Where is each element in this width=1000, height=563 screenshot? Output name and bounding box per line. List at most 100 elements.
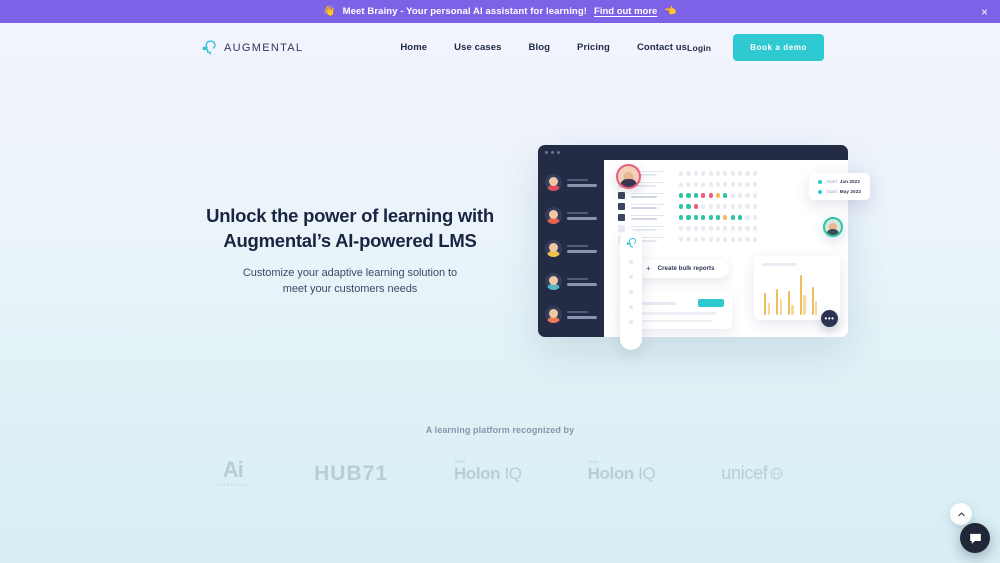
nav-link-blog[interactable]: Blog [529,42,551,53]
progress-dot-icon [686,226,691,231]
find-out-more-link[interactable]: Find out more [594,6,657,17]
legend-tooltip: Start: Jan 2022 Start: May 2022 [808,173,870,200]
progress-dot-icon [693,193,698,198]
progress-dot-icon [686,204,691,209]
hero-title-line-2: Augmental’s AI-powered LMS [223,229,477,251]
rail-dot-icon[interactable] [629,260,633,264]
placeholder-line [631,225,665,228]
placeholder-line [631,214,665,217]
progress-dot-icon [686,215,691,220]
progress-dot-icon [693,226,698,231]
progress-dots [679,171,757,176]
nav-link-use-cases[interactable]: Use cases [454,42,501,53]
progress-dot-icon [679,193,684,198]
placeholder-line [632,312,717,315]
placeholder-line [567,315,597,319]
nav-links: Home Use cases Blog Pricing Contact us [400,42,687,53]
avatar [545,240,562,257]
progress-dots [679,226,757,231]
progress-dot-icon [701,171,706,176]
progress-dot-icon [738,182,743,187]
placeholder-line [631,207,658,210]
window-dot-icon [551,151,554,154]
progress-dot-icon [752,226,757,231]
progress-dot-icon [679,215,684,220]
progress-dot-icon [738,237,743,242]
bar [815,301,818,315]
holon-year-label: 2021 [455,458,466,464]
book-a-demo-button[interactable]: Book a demo [733,34,825,61]
users-icon [618,192,625,199]
table-row [618,170,839,177]
unicef-logo-text: unicef [721,464,782,482]
rail-dot-icon[interactable] [629,290,633,294]
bar [767,303,770,315]
list-item[interactable] [545,306,597,323]
more-options-button[interactable]: ••• [821,310,838,327]
brand-logo[interactable]: AUGMENTAL [200,39,303,56]
bar [803,295,806,315]
chat-widget-button[interactable] [960,523,990,553]
bar-chart [762,273,832,315]
nav-link-contact-us[interactable]: Contact us [637,42,687,53]
progress-dot-icon [723,204,728,209]
progress-dot-icon [679,237,684,242]
login-link[interactable]: Login [687,43,711,53]
progress-dots [679,182,757,187]
announcement-banner: 👋 Meet Brainy - Your personal AI assista… [0,0,1000,23]
progress-dot-icon [730,237,735,242]
progress-dot-icon [701,182,706,187]
bar [787,291,790,315]
progress-dot-icon [723,171,728,176]
progress-dot-icon [693,182,698,187]
person-icon [618,214,625,221]
rail-dot-icon[interactable] [629,320,633,324]
table-row [618,203,839,210]
progress-dot-icon [752,182,757,187]
progress-dot-icon [715,226,721,231]
list-item[interactable] [545,174,597,191]
list-item-text [567,277,597,286]
progress-dot-icon [715,193,721,198]
brand-name: AUGMENTAL [224,41,304,54]
create-bulk-reports-label: Create bulk reports [657,266,715,272]
list-item[interactable] [545,207,597,224]
progress-dot-icon [679,171,684,176]
row-label-placeholder [631,203,673,210]
progress-dots [679,237,757,242]
close-icon[interactable]: × [981,6,988,18]
placeholder-line [632,319,713,322]
list-item-text [567,244,597,253]
progress-dot-icon [701,193,706,198]
list-item[interactable] [545,240,597,257]
progress-dot-icon [730,171,735,176]
rail-dot-icon[interactable] [629,275,633,279]
legend-label: Start: May 2022 [826,189,861,194]
nav-link-pricing[interactable]: Pricing [577,42,610,53]
hero-title-line-1: Unlock the power of learning with [206,204,494,226]
progress-dot-icon [701,226,706,231]
progress-dot-icon [701,215,706,220]
progress-dot-icon [686,193,691,198]
progress-dot-icon [745,204,750,209]
list-item-text [567,211,597,220]
bar [811,287,814,315]
avatar [545,306,562,323]
progress-dot-icon [723,226,728,231]
main-navbar: AUGMENTAL Home Use cases Blog Pricing Co… [0,23,1000,72]
scroll-to-top-button[interactable] [950,503,972,525]
progress-dot-icon [708,204,713,209]
progress-dot-icon [723,182,728,187]
progress-dot-icon [745,193,750,198]
page-title: Unlock the power of learning with Augmen… [200,204,500,253]
list-item[interactable] [545,273,597,290]
create-bulk-reports-button[interactable]: + Create bulk reports [632,260,729,278]
holon-logo-text: Holon IQ [587,463,656,483]
bar [775,289,779,315]
progress-dot-icon [730,182,735,187]
nav-link-home[interactable]: Home [400,42,427,53]
progress-dot-icon [708,215,713,220]
rail-dot-icon[interactable] [629,305,633,309]
chat-bubble-icon [969,533,981,544]
placeholder-line [631,203,665,206]
